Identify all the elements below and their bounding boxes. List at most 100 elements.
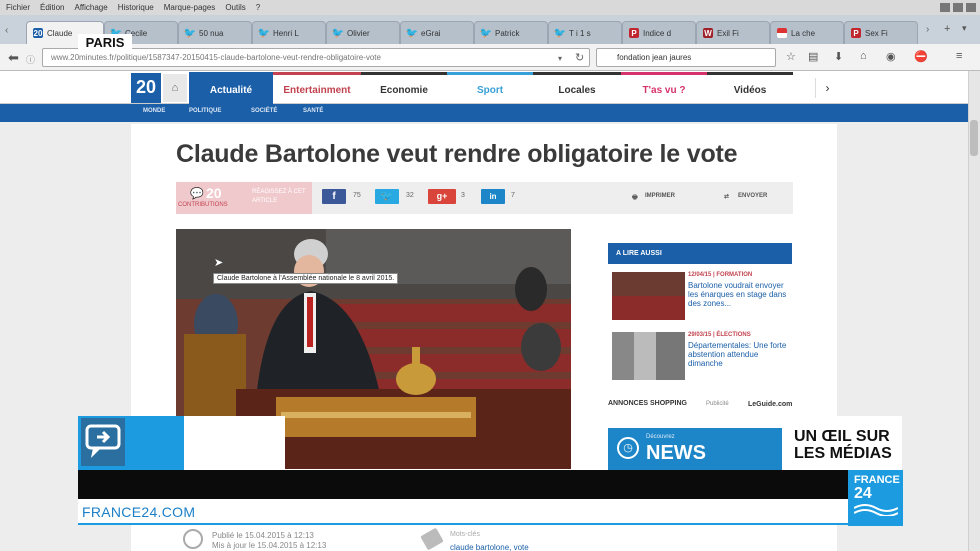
browser-menubar: Fichier Édition Affichage Historique Mar…	[0, 0, 980, 15]
tv-black-bar	[78, 470, 903, 499]
tab-label: Sex Fi	[865, 28, 888, 38]
tv-show-title-line1: UN ŒIL SUR	[794, 428, 890, 445]
menu-tools[interactable]: Outils	[225, 3, 245, 12]
navigation-toolbar: ⬅ ⓘ www.20minutes.fr/politique/1587347-2…	[0, 44, 980, 71]
browser-tab[interactable]: 🐦 Olivier	[326, 21, 400, 44]
bookmark-star-icon[interactable]: ☆	[786, 50, 796, 63]
nav-actualite[interactable]: Actualité	[189, 72, 273, 104]
close-window-button[interactable]	[966, 3, 976, 12]
tab-list-icon[interactable]: ▾	[962, 23, 967, 34]
shopping-brand[interactable]: LeGuide.com	[748, 401, 792, 408]
tv-show-title-line2: LES MÉDIAS	[794, 445, 892, 462]
browser-tab[interactable]: P Sex Fi	[844, 21, 918, 44]
adblock-icon[interactable]: ⛔	[914, 50, 928, 63]
dropdown-icon[interactable]: ▾	[558, 54, 562, 63]
back-icon[interactable]: ⬅	[8, 50, 19, 66]
nav-videos[interactable]: Vidéos	[707, 72, 793, 104]
site-20-favicon-icon: 20	[33, 28, 43, 38]
nav-entertainment[interactable]: Entertainment	[273, 72, 361, 104]
home-icon[interactable]: ⌂	[163, 74, 187, 102]
maximize-button[interactable]	[953, 3, 963, 12]
clock-icon	[183, 529, 203, 549]
browser-tab[interactable]: 🐦 eGrai	[400, 21, 474, 44]
related-date: 12/04/15 | FORMATION	[688, 272, 753, 278]
chat-icon[interactable]: ◉	[886, 50, 896, 63]
menu-history[interactable]: Historique	[118, 3, 154, 12]
new-tab-icon[interactable]: +	[944, 23, 950, 35]
nav-next-icon[interactable]: ›	[815, 78, 839, 98]
tab-label: La che	[791, 28, 816, 38]
send-icon[interactable]: ⇄	[724, 193, 729, 200]
tab-label: Patrick	[495, 28, 520, 38]
shopping-sublabel: Publicité	[706, 401, 729, 407]
print-link[interactable]: IMPRIMER	[645, 193, 675, 199]
menu-file[interactable]: Fichier	[6, 3, 30, 12]
send-link[interactable]: ENVOYER	[738, 193, 767, 199]
menu-hamburger-icon[interactable]: ≡	[956, 50, 962, 62]
related-thumbnail[interactable]	[612, 272, 685, 320]
tab-label: 50 nua	[199, 28, 224, 38]
nav-tas-vu[interactable]: T'as vu ?	[621, 72, 707, 104]
minimize-button[interactable]	[940, 3, 950, 12]
scrollbar-thumb[interactable]	[970, 120, 978, 156]
w-favicon-icon: W	[703, 28, 713, 38]
browser-tab[interactable]: 🐦 50 nua	[178, 21, 252, 44]
menu-view[interactable]: Affichage	[74, 3, 107, 12]
nav-sport[interactable]: Sport	[447, 72, 533, 104]
nav-economie[interactable]: Economie	[361, 72, 447, 104]
browser-tab[interactable]: 🐦 Henri L	[252, 21, 326, 44]
menu-edit[interactable]: Édition	[40, 3, 64, 12]
twitter-icon: 🐦	[553, 27, 567, 39]
tags-links[interactable]: claude bartolone, vote	[450, 543, 529, 551]
browser-tab[interactable]: P Indice d	[622, 21, 696, 44]
tv-program-icon	[81, 418, 125, 466]
shopping-label: ANNONCES SHOPPING	[608, 400, 687, 407]
subnav-societe[interactable]: SOCIÉTÉ	[251, 108, 277, 114]
menu-help[interactable]: ?	[256, 3, 260, 12]
nav-locales[interactable]: Locales	[533, 72, 621, 104]
related-thumbnail[interactable]	[612, 332, 685, 380]
subnav-politique[interactable]: POLITIQUE	[189, 108, 221, 114]
article-headline: Claude Bartolone veut rendre obligatoire…	[176, 140, 738, 168]
other-share-button[interactable]: in	[481, 189, 505, 204]
related-link[interactable]: Bartolone voudrait envoyer les énarques …	[688, 281, 792, 308]
tab-label: eGrai	[421, 28, 441, 38]
browser-tab[interactable]: 🐦 T i 1 s	[548, 21, 622, 44]
reload-icon[interactable]: ↻	[575, 51, 584, 64]
window-controls	[935, 0, 980, 15]
tab-scroll-right-icon[interactable]: ›	[926, 24, 929, 35]
search-input[interactable]: fondation jean jaures	[596, 48, 776, 67]
twitter-icon: 🐦	[479, 27, 493, 39]
mouse-cursor-icon: ➤	[214, 257, 224, 269]
twitter-icon: 🐦	[331, 27, 345, 39]
subnav-monde[interactable]: MONDE	[143, 108, 165, 114]
tab-label: Exil Fi	[717, 28, 739, 38]
related-link[interactable]: Départementales: Une forte abstention at…	[688, 341, 792, 368]
twitter-icon: 🐦	[257, 27, 271, 39]
flag-favicon-icon	[777, 28, 787, 38]
twitter-share-button[interactable]: 🐦	[375, 189, 399, 204]
print-icon[interactable]: 🖶	[632, 193, 638, 203]
browser-tab[interactable]: W Exil Fi	[696, 21, 770, 44]
facebook-share-button[interactable]: f	[322, 189, 346, 204]
site-logo[interactable]: 20	[131, 73, 161, 103]
browser-tab[interactable]: 🐦 Patrick	[474, 21, 548, 44]
tab-scroll-left-icon[interactable]: ‹	[5, 25, 8, 36]
tab-label: Indice d	[643, 28, 672, 38]
subnav-sante[interactable]: SANTÉ	[303, 108, 323, 114]
download-icon[interactable]: ⬇	[834, 50, 843, 63]
home-icon[interactable]: ⌂	[860, 50, 867, 62]
published-date: Publié le 15.04.2015 à 12:13	[212, 531, 314, 540]
updated-date: Mis à jour le 15.04.2015 à 12:13	[212, 541, 327, 550]
speech-bubble-icon	[85, 424, 121, 458]
logo-line2: 24	[854, 485, 872, 502]
tv-show-title: UN ŒIL SUR LES MÉDIAS	[782, 416, 902, 470]
tv-lower-third-white	[184, 416, 285, 470]
reading-list-icon[interactable]: ▤	[808, 50, 818, 63]
react-link[interactable]: RÉAGISSEZ À CET ARTICLE	[252, 188, 312, 206]
menu-bookmarks[interactable]: Marque-pages	[164, 3, 216, 12]
site-info-icon[interactable]: ⓘ	[26, 53, 35, 66]
browser-tab[interactable]: La che	[770, 21, 844, 44]
googleplus-share-button[interactable]: g+	[428, 189, 456, 204]
location-tag: PARIS	[78, 34, 132, 52]
